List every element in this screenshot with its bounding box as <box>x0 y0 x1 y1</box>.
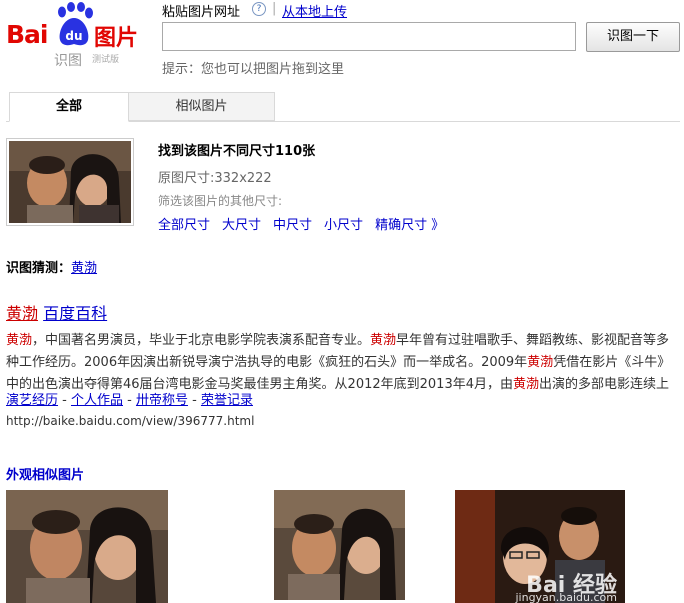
help-icon[interactable]: ? <box>252 2 266 16</box>
similar-image-2[interactable] <box>274 490 405 600</box>
link-separator: - <box>123 393 136 408</box>
baike-url: http://baike.baidu.com/view/396777.html <box>6 414 255 428</box>
original-size-text: 原图尺寸:332x222 <box>158 171 272 186</box>
logo-text-tupian: 图片 <box>94 26 139 51</box>
similar-image-1[interactable] <box>6 490 168 603</box>
logo-subtitle: 识图 <box>54 53 82 69</box>
size-link-large[interactable]: 大尺寸 <box>222 218 261 233</box>
size-link-small[interactable]: 小尺寸 <box>324 218 363 233</box>
similar-image-2-picture <box>274 490 405 600</box>
filter-label: 筛选该图片的其他尺寸: <box>158 194 283 208</box>
similar-image-1-picture <box>6 490 168 603</box>
tab-similar[interactable]: 相似图片 <box>129 92 275 121</box>
baike-title[interactable]: 黄渤 百度百科 <box>6 300 107 324</box>
link-works[interactable]: 个人作品 <box>71 393 123 408</box>
logo-text-du: du <box>65 29 82 43</box>
body-segment-highlight: 黄渤 <box>512 377 539 392</box>
link-career[interactable]: 演艺经历 <box>6 393 58 408</box>
link-separator: - <box>58 393 71 408</box>
size-link-all[interactable]: 全部尺寸 <box>158 218 210 233</box>
header-separator: | <box>272 1 277 16</box>
beta-badge: 测试版 <box>92 55 120 65</box>
similar-image-3[interactable]: Bai 经验 jingyan.baidu.com <box>455 490 625 603</box>
size-filter-links: 全部尺寸 大尺寸 中尺寸 小尺寸 精确尺寸 》 <box>158 214 456 233</box>
image-url-input[interactable] <box>162 22 576 51</box>
watermark-url: jingyan.baidu.com <box>515 591 617 603</box>
size-link-medium[interactable]: 中尺寸 <box>273 218 312 233</box>
baike-title-suffix[interactable]: 百度百科 <box>43 304 107 323</box>
found-count-text: 找到该图片不同尺寸110张 <box>158 144 316 159</box>
guess-link[interactable]: 黄渤 <box>71 261 97 276</box>
body-segment-highlight: 黄渤 <box>370 333 397 348</box>
query-image <box>9 141 131 223</box>
body-segment: ，中国著名男演员，毕业于北京电影学院表演系配音专业。 <box>32 333 371 348</box>
similar-images-heading: 外观相似图片 <box>6 468 85 483</box>
body-segment-highlight: 黄渤 <box>6 333 33 348</box>
baike-title-name[interactable]: 黄渤 <box>6 304 38 323</box>
logo-text-bai: Bai <box>6 20 48 49</box>
link-honors[interactable]: 荣誉记录 <box>201 393 253 408</box>
upload-local-link[interactable]: 从本地上传 <box>282 1 347 20</box>
guess-label: 识图猜测： <box>6 261 72 276</box>
tab-all[interactable]: 全部 <box>9 92 129 122</box>
size-link-exact[interactable]: 精确尺寸 》 <box>375 218 444 233</box>
baidu-shitu-logo[interactable]: Bai du 图片 识图 测试版 <box>6 0 146 70</box>
query-image-thumbnail[interactable] <box>6 138 134 226</box>
baike-summary: 黄渤，中国著名男演员，毕业于北京电影学院表演系配音专业。黄渤早年曾有过驻唱歌手、… <box>6 330 676 396</box>
search-by-image-button[interactable]: 识图一下 <box>586 22 680 52</box>
drag-hint: 提示：您也可以把图片拖到这里 <box>162 62 345 77</box>
paste-url-label: 粘贴图片网址 <box>162 5 241 20</box>
body-segment-highlight: 黄渤 <box>527 355 554 370</box>
guess-line: 识图猜测：黄渤 <box>6 257 97 276</box>
link-title[interactable]: 卅帝称号 <box>136 393 188 408</box>
paw-icon: du <box>58 2 93 46</box>
body-segment: 出演的多部电影连续上 <box>539 377 670 392</box>
baike-section-links: 演艺经历 - 个人作品 - 卅帝称号 - 荣誉记录 <box>6 389 253 408</box>
link-separator: - <box>187 393 201 408</box>
